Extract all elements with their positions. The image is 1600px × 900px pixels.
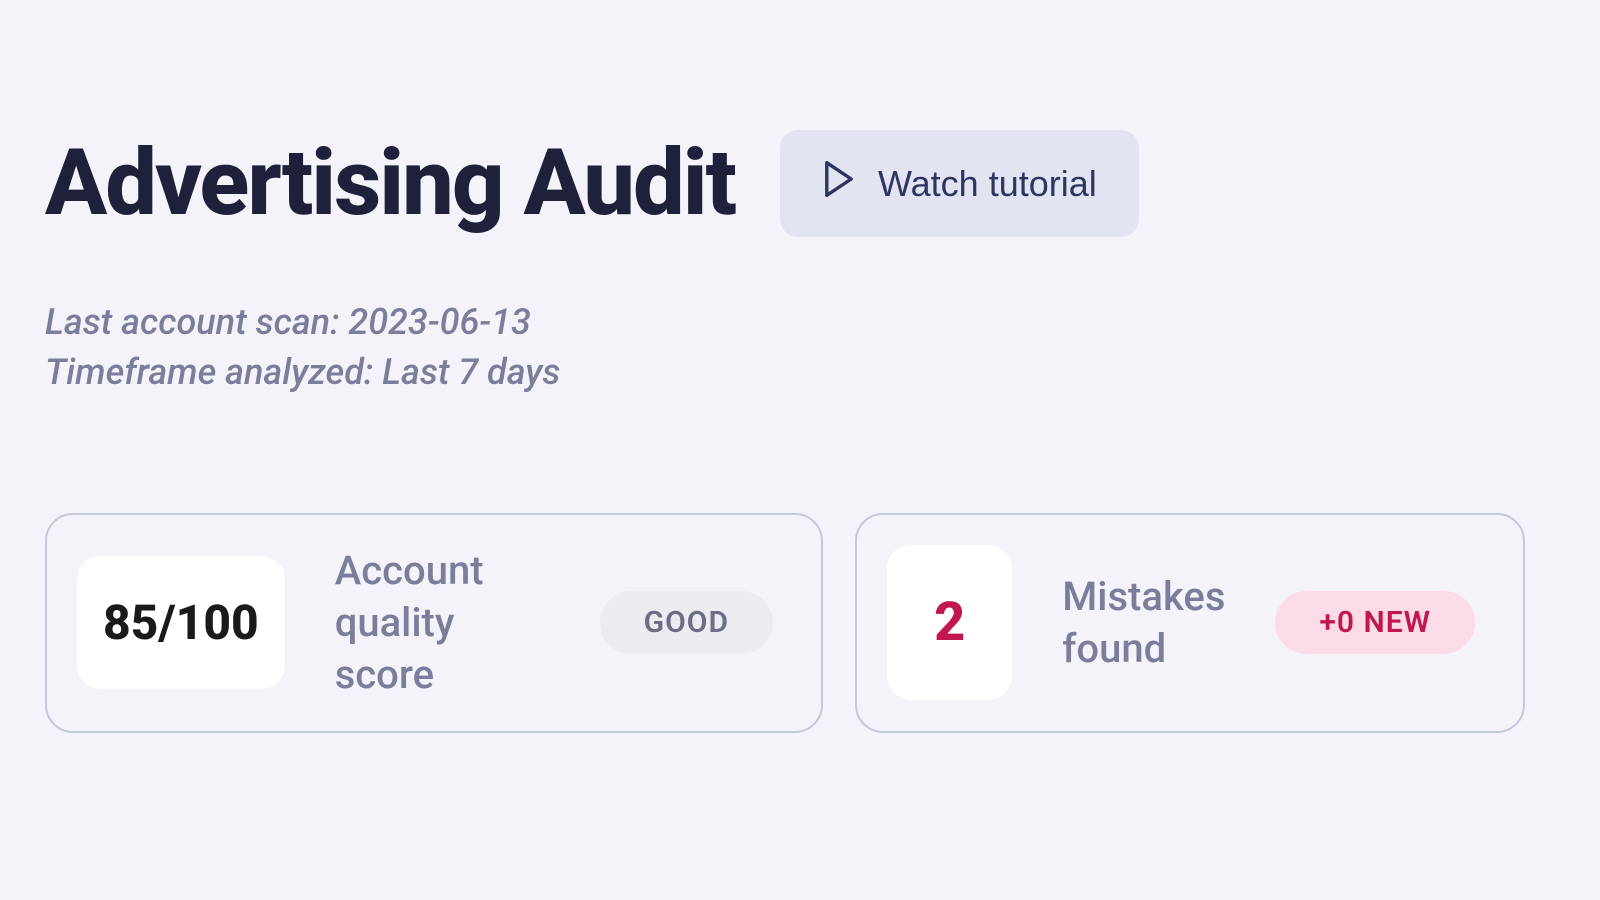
mistakes-card: 2 Mistakes found +0 NEW bbox=[855, 513, 1525, 733]
page-title: Advertising Audit bbox=[45, 138, 735, 230]
mistakes-label: Mistakes found bbox=[1062, 571, 1225, 675]
last-scan-text: Last account scan: 2023-06-13 bbox=[45, 297, 1555, 347]
score-value: 85/100 bbox=[103, 594, 259, 651]
timeframe-text: Timeframe analyzed: Last 7 days bbox=[45, 347, 1555, 397]
score-label: Account quality score bbox=[335, 545, 550, 701]
mistakes-new-badge: +0 NEW bbox=[1275, 591, 1475, 654]
mistakes-value: 2 bbox=[934, 591, 965, 654]
account-quality-card: 85/100 Account quality score GOOD bbox=[45, 513, 823, 733]
watch-tutorial-button[interactable]: Watch tutorial bbox=[780, 130, 1139, 237]
meta-info: Last account scan: 2023-06-13 Timeframe … bbox=[45, 297, 1555, 398]
mistakes-value-box: 2 bbox=[887, 545, 1012, 700]
score-value-box: 85/100 bbox=[77, 556, 285, 689]
play-icon bbox=[822, 160, 856, 207]
score-status-badge: GOOD bbox=[600, 591, 773, 654]
tutorial-button-label: Watch tutorial bbox=[878, 163, 1097, 205]
